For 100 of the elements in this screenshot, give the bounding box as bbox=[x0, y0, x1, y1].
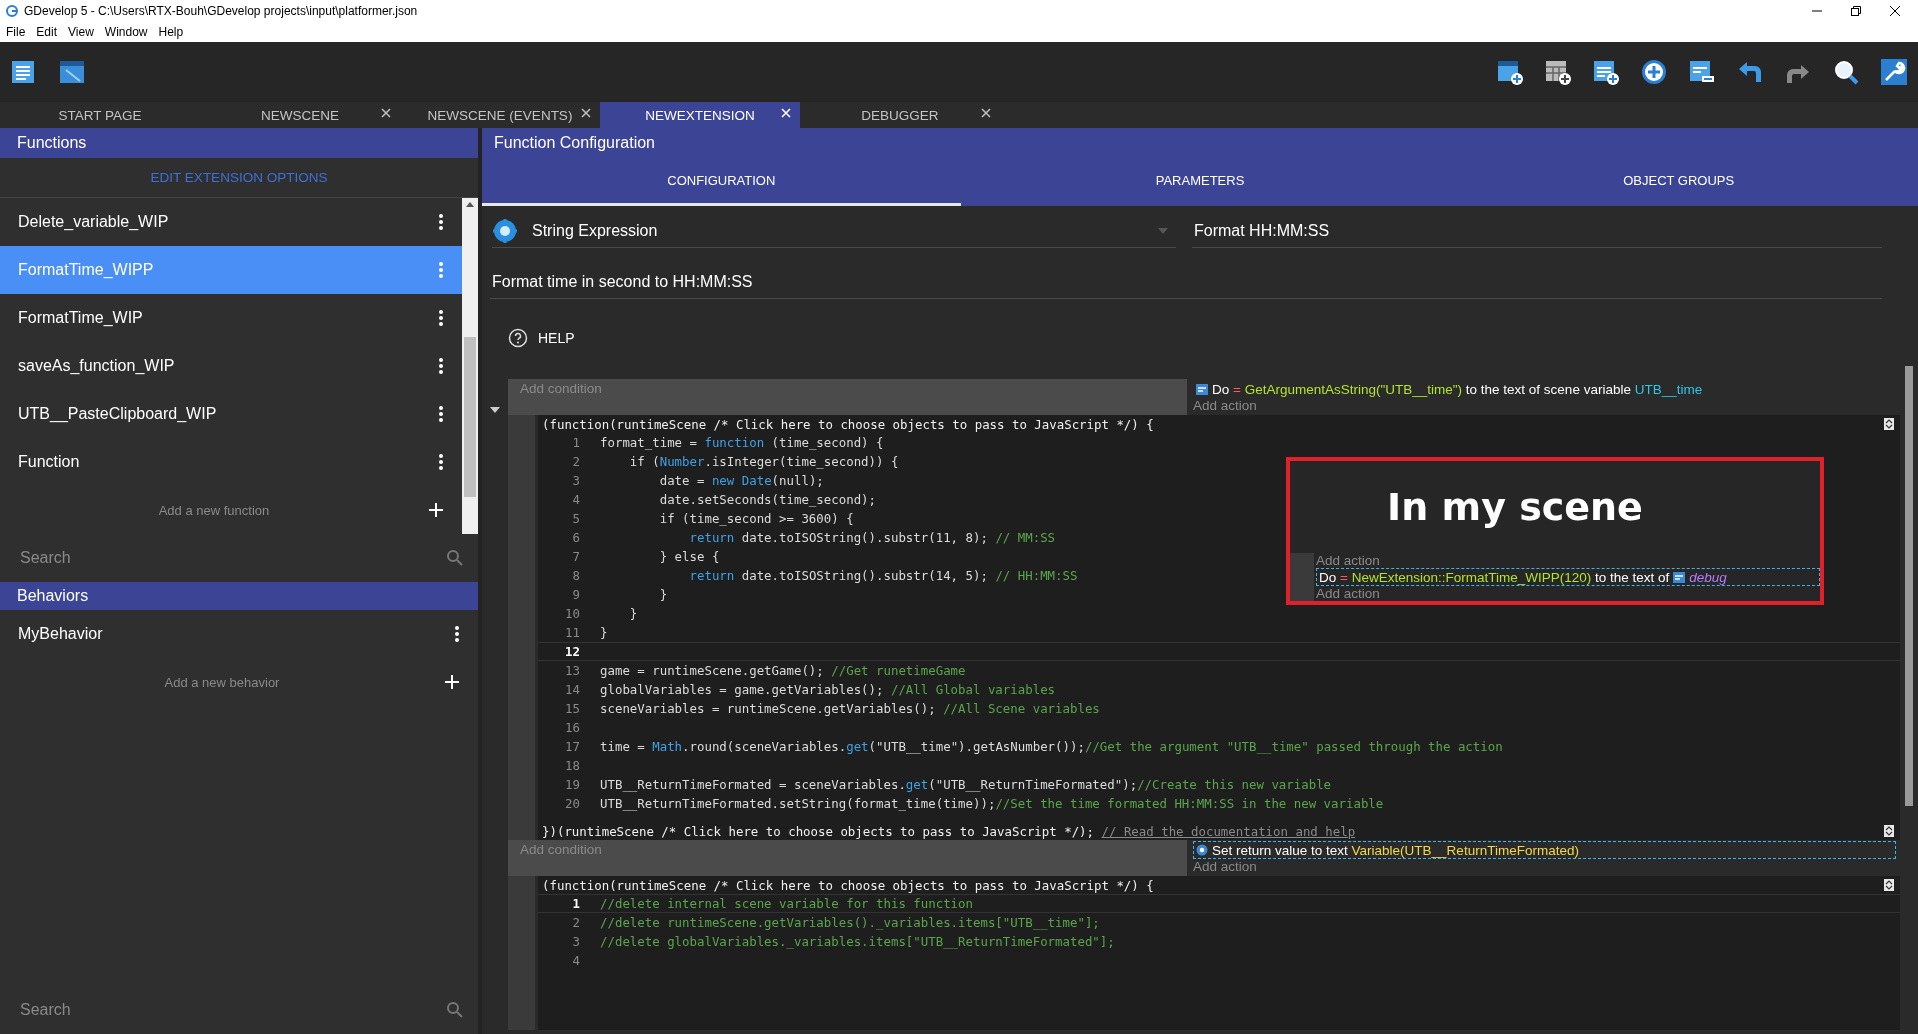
code-line: game = runtimeScene.getGame(); //Get runetimeGame bbox=[600, 663, 966, 678]
menu-item[interactable]: Window bbox=[104, 25, 148, 39]
add-action-link[interactable]: Add action bbox=[1193, 859, 1896, 874]
search-icon bbox=[446, 1001, 464, 1019]
gear-icon bbox=[1196, 844, 1208, 856]
code-line: } bbox=[658, 587, 668, 602]
panel-header: Functions bbox=[0, 128, 478, 158]
function-item[interactable]: saveAs_function_WIP bbox=[0, 342, 462, 390]
code-line: globalVariables = game.getVariables(); //All Global variables bbox=[600, 682, 1056, 697]
scroll-up-icon bbox=[466, 202, 474, 207]
code-line: } else { bbox=[658, 549, 720, 564]
table-plus-icon bbox=[1544, 58, 1572, 86]
editor-tab[interactable]: NEWSCENE bbox=[200, 102, 400, 128]
more-icon bbox=[454, 625, 460, 643]
action-text: Do = NewExtension::FormatTime_WIPP(120) to the text of bbox=[1319, 569, 1670, 585]
full-name-field[interactable]: Format HH:MM:SS bbox=[1192, 214, 1882, 248]
line-number: 1 bbox=[571, 896, 580, 911]
action-row[interactable]: Do = GetArgumentAsString("UTB__time") to the text of scene variable UTB__time bbox=[1193, 380, 1896, 398]
function-item[interactable]: Function bbox=[0, 438, 462, 486]
editor-tab[interactable]: START PAGE bbox=[0, 102, 200, 128]
panel-header: Behaviors bbox=[0, 582, 478, 610]
code-line: //delete runtimeScene.getVariables()._variables.items["UTB__time"]; bbox=[600, 915, 1100, 930]
add-behavior-link[interactable]: Add a new behavior bbox=[0, 674, 444, 690]
line-number: 12 bbox=[564, 644, 580, 659]
help-icon bbox=[508, 328, 528, 348]
close-icon bbox=[780, 107, 792, 119]
code-line: time = Math.round(sceneVariables.get("UTB__time").getAsNumber());//Get the argument "UTB__time" passed through the action bbox=[600, 739, 1503, 754]
add-action-link[interactable]: Add action bbox=[1316, 553, 1380, 568]
menu-item[interactable]: File bbox=[6, 25, 26, 39]
plus-icon bbox=[428, 502, 444, 518]
function-type-select[interactable]: String Expression bbox=[492, 214, 1176, 248]
search-field[interactable]: Search bbox=[18, 548, 446, 568]
more-icon bbox=[438, 357, 444, 375]
editor-tab[interactable]: DEBUGGER bbox=[800, 102, 1000, 128]
gear-icon bbox=[492, 217, 518, 244]
documentation-link[interactable]: // Read the documentation and help bbox=[1101, 823, 1356, 839]
menu-item[interactable]: View bbox=[68, 25, 94, 39]
menu-item[interactable]: Edit bbox=[36, 25, 58, 39]
wrench-icon bbox=[1880, 58, 1908, 86]
restore-icon[interactable] bbox=[1851, 6, 1861, 16]
function-item[interactable]: FormatTime_WIP bbox=[0, 294, 462, 342]
code-line: //delete internal scene variable for this function bbox=[600, 896, 973, 911]
line-number: 10 bbox=[564, 606, 580, 621]
line-number: 14 bbox=[564, 682, 580, 697]
plus-icon bbox=[444, 674, 460, 690]
function-item[interactable]: Delete_variable_WIP bbox=[0, 198, 462, 246]
scrollbar[interactable] bbox=[462, 198, 478, 534]
code-line: format_time = function (time_second) { bbox=[600, 435, 884, 450]
action-row[interactable]: Do = NewExtension::FormatTime_WIPP(120) to the text of debug bbox=[1316, 568, 1820, 586]
code-line: UTB__ReturnTimeFormated.setString(format_time(time));//Set the time formated HH:MM:SS in the new variable bbox=[600, 796, 1384, 811]
close-icon[interactable] bbox=[1890, 6, 1900, 16]
line-number: 9 bbox=[571, 587, 580, 602]
scroll-arrows-icon bbox=[1884, 418, 1894, 430]
function-item[interactable]: UTB__PasteClipboard_WIP bbox=[0, 390, 462, 438]
plus-circle-icon bbox=[1640, 58, 1668, 86]
line-number: 11 bbox=[564, 625, 580, 640]
close-icon bbox=[380, 107, 392, 119]
behavior-item[interactable]: MyBehavior bbox=[0, 610, 478, 658]
line-number: 17 bbox=[564, 739, 580, 754]
code-line: } bbox=[600, 625, 608, 640]
menu-item[interactable]: Help bbox=[158, 25, 184, 39]
config-tab[interactable]: CONFIGURATION bbox=[482, 158, 961, 206]
search-icon bbox=[446, 549, 464, 567]
line-number: 7 bbox=[571, 549, 580, 564]
line-number: 16 bbox=[564, 720, 580, 735]
collapse-icon[interactable] bbox=[490, 407, 500, 413]
editor-tab[interactable]: NEWSCENE (EVENTS) bbox=[400, 102, 600, 128]
code-editor[interactable] bbox=[538, 876, 1900, 1030]
search-field[interactable]: Search bbox=[18, 1000, 446, 1020]
action-row[interactable]: Set return value to text Variable(UTB__ReturnTimeFormated) bbox=[1193, 841, 1896, 859]
event-bar bbox=[1290, 553, 1314, 601]
config-tab[interactable]: OBJECT GROUPS bbox=[1439, 158, 1918, 206]
action-text: Do = GetArgumentAsString("UTB__time") to the text of scene variable UTB__time bbox=[1212, 381, 1703, 397]
panel-header: Function Configuration bbox=[482, 128, 1918, 158]
add-function-link[interactable]: Add a new function bbox=[0, 502, 428, 518]
config-tab[interactable]: PARAMETERS bbox=[960, 158, 1440, 206]
list-plus-icon bbox=[1592, 58, 1620, 86]
line-number: 19 bbox=[564, 777, 580, 792]
annotation-title: In my scene bbox=[1387, 485, 1643, 529]
line-number: 1 bbox=[571, 435, 580, 450]
line-number: 13 bbox=[564, 663, 580, 678]
add-action-link[interactable]: Add action bbox=[1316, 586, 1820, 601]
code-line: return date.toISOString().substr(11, 8); // MM:SS bbox=[688, 530, 1056, 545]
variable-icon bbox=[1196, 383, 1208, 395]
help-button[interactable]: HELP bbox=[504, 322, 579, 354]
code-line: })(runtimeScene /* Click here to choose objects to pass to JavaScript */); // Read the documentation and help bbox=[542, 823, 1356, 839]
add-action-link[interactable]: Add action bbox=[1193, 398, 1896, 413]
more-icon bbox=[438, 453, 444, 471]
editor-tab[interactable]: NEWEXTENSION bbox=[600, 102, 800, 128]
line-number: 8 bbox=[571, 568, 580, 583]
more-icon bbox=[438, 261, 444, 279]
object-name: debug bbox=[1689, 569, 1727, 585]
description-field[interactable]: Format time in second to HH:MM:SS bbox=[490, 265, 1882, 299]
action-text: Set return value to text Variable(UTB__ReturnTimeFormated) bbox=[1212, 842, 1579, 858]
more-icon bbox=[438, 405, 444, 423]
code-line: (function(runtimeScene /* Click here to choose objects to pass to JavaScript */) { bbox=[542, 877, 1154, 893]
close-icon bbox=[580, 107, 592, 119]
line-number: 20 bbox=[564, 796, 580, 811]
line-number: 4 bbox=[571, 953, 580, 968]
line-number: 3 bbox=[571, 473, 580, 488]
